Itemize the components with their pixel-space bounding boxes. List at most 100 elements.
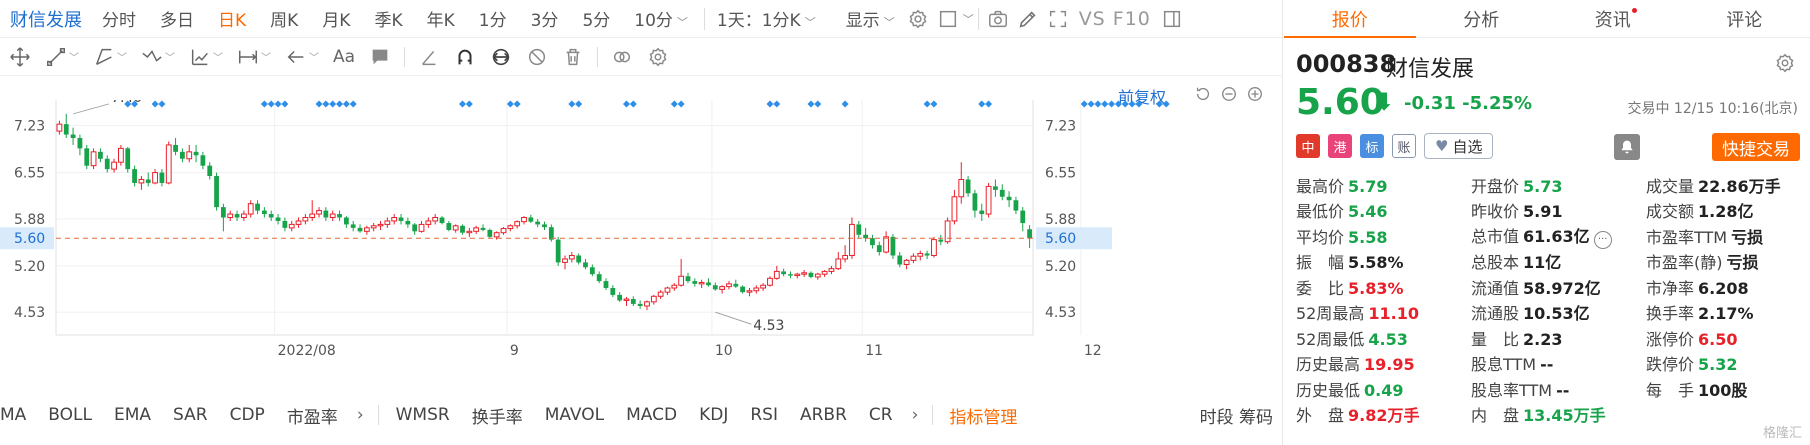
period-yearly-k[interactable]: 年K <box>415 6 467 31</box>
crosshair-move-tool[interactable] <box>2 42 38 72</box>
metric-value: 19.95 <box>1364 355 1415 375</box>
quick-trade-button[interactable]: 快捷交易 <box>1712 133 1800 161</box>
candle-body <box>542 224 547 228</box>
cycle-icon[interactable] <box>483 42 519 72</box>
indicator-sar[interactable]: SAR <box>162 405 219 425</box>
metric-label: 市盈率TTM <box>1646 227 1728 247</box>
arrow-tool[interactable]: ﹀ <box>278 42 326 72</box>
candle-body <box>493 232 500 238</box>
indicator-ema[interactable]: EMA <box>103 405 162 425</box>
indicator-macd[interactable]: MACD <box>615 405 688 425</box>
add-watchlist-button[interactable]: ♥ 自选 <box>1424 133 1494 159</box>
channel-line-tool[interactable]: ﹀ <box>86 42 134 72</box>
candle-body <box>473 227 480 232</box>
fibonacci-tool[interactable]: ﹀ <box>182 42 230 72</box>
metric-label: 换手率 <box>1646 304 1695 324</box>
period-daily-k[interactable]: 日K <box>206 6 258 31</box>
period-intraday[interactable]: 分时 <box>90 6 148 31</box>
candle-body <box>856 224 862 235</box>
range-measure-tool[interactable]: ﹀ <box>230 42 278 72</box>
eraser-angle-icon[interactable] <box>411 42 447 72</box>
chevron-down-icon[interactable]: ﹀ <box>963 11 974 27</box>
indicator-cr[interactable]: CR <box>858 405 904 425</box>
indicator-manage-button[interactable]: 指标管理 <box>939 403 1027 428</box>
layout-square-icon[interactable] <box>933 4 963 34</box>
candle-body <box>487 229 493 237</box>
tab-news[interactable]: 资讯 <box>1547 0 1679 37</box>
tab-analysis[interactable]: 分析 <box>1416 0 1548 37</box>
indicator-turnover[interactable]: 换手率 <box>461 403 534 428</box>
candle-body <box>220 207 226 218</box>
book-icon[interactable]: 账 <box>1392 134 1416 158</box>
period-chip-buttons[interactable]: 时段 筹码 <box>1200 403 1283 428</box>
metric-label: 股息TTM <box>1471 355 1537 375</box>
metric-cell: 最高价 5.79 <box>1296 173 1471 197</box>
tag-icon[interactable]: 标 <box>1360 134 1384 158</box>
hide-eye-icon[interactable] <box>519 42 555 72</box>
chevron-right-icon[interactable]: › <box>349 405 372 425</box>
indicator-arbr[interactable]: ARBR <box>789 405 858 425</box>
trash-icon[interactable] <box>555 42 591 72</box>
candle-body <box>384 220 391 225</box>
tab-comments[interactable]: 评论 <box>1679 0 1810 37</box>
sidebar-toggle-icon[interactable] <box>1157 4 1187 34</box>
more-options-icon[interactable]: ··· <box>1593 230 1612 249</box>
metric-cell: 成交额 1.28亿 <box>1646 198 1810 222</box>
indicator-ma[interactable]: MA <box>0 405 37 425</box>
indicator-kdj[interactable]: KDJ <box>688 405 739 425</box>
indicator-mavol[interactable]: MAVOL <box>534 405 615 425</box>
metric-label: 流通值 <box>1471 278 1520 298</box>
period-weekly-k[interactable]: 周K <box>258 6 310 31</box>
pencil-icon[interactable] <box>1013 4 1043 34</box>
period-3min[interactable]: 3分 <box>519 6 571 31</box>
candle-body <box>876 245 882 253</box>
interval-dropdown[interactable]: 1天：1分K ﹀ <box>709 6 824 31</box>
candle-body <box>535 221 541 225</box>
indicator-bar: MA BOLL EMA SAR CDP 市盈率 › WMSR 换手率 MAVOL… <box>0 398 1283 432</box>
vs-f10-button[interactable]: VS F10 <box>1073 8 1157 30</box>
chevron-right-icon[interactable]: › <box>904 405 927 425</box>
indicator-boll[interactable]: BOLL <box>37 405 103 425</box>
metric-value: 5.46 <box>1348 202 1388 222</box>
divider <box>932 405 934 425</box>
period-monthly-k[interactable]: 月K <box>310 6 362 31</box>
settings-gear-icon[interactable] <box>903 4 933 34</box>
candle-body <box>500 228 507 234</box>
candle-body <box>931 239 937 257</box>
metric-cell: 成交量 22.86万手 <box>1646 173 1810 197</box>
period-5min[interactable]: 5分 <box>570 6 622 31</box>
metric-value: 5.58 <box>1348 227 1388 247</box>
magnet-icon[interactable] <box>447 42 483 72</box>
fullscreen-icon[interactable] <box>1043 4 1073 34</box>
gear-icon[interactable] <box>1774 52 1796 78</box>
metric-value: 13.45万手 <box>1523 406 1606 426</box>
period-10min[interactable]: 10分 ﹀ <box>622 6 700 31</box>
event-marker <box>923 100 931 108</box>
text-tool[interactable]: Aa <box>326 42 362 72</box>
period-multiday[interactable]: 多日 <box>148 6 206 31</box>
candle-body <box>903 259 910 265</box>
toolbar-settings-icon[interactable] <box>640 42 676 72</box>
tab-quote[interactable]: 报价 <box>1284 0 1416 38</box>
metric-value: 5.83% <box>1348 278 1404 298</box>
trend-line-tool[interactable]: ﹀ <box>38 42 86 72</box>
indicator-rsi[interactable]: RSI <box>739 405 789 425</box>
chart-stock-name[interactable]: 财信发展 <box>0 6 90 32</box>
candle-body <box>1006 196 1012 201</box>
candlestick-chart[interactable]: 7.23 7.23 6.55 6.55 5.88 5.88 5.20 5.20 4.53 4.53… <box>0 100 1283 395</box>
period-1min[interactable]: 1分 <box>467 6 519 31</box>
indicator-wmsr[interactable]: WMSR <box>385 405 461 425</box>
stock-connect-icon[interactable]: 港 <box>1328 134 1352 158</box>
candle-body <box>863 234 869 239</box>
camera-icon[interactable] <box>983 4 1013 34</box>
metric-label: 跌停价 <box>1646 355 1695 375</box>
chevron-down-icon: ﹀ <box>69 53 79 64</box>
bell-icon[interactable] <box>1614 134 1640 160</box>
compare-circles-icon[interactable] <box>604 42 640 72</box>
comment-icon[interactable] <box>362 42 398 72</box>
wave-line-tool[interactable]: ﹀ <box>134 42 182 72</box>
indicator-cdp[interactable]: CDP <box>219 405 276 425</box>
period-quarterly-k[interactable]: 季K <box>362 6 414 31</box>
indicator-pe[interactable]: 市盈率 <box>276 403 349 428</box>
display-dropdown[interactable]: 显示 ﹀ <box>838 6 903 31</box>
